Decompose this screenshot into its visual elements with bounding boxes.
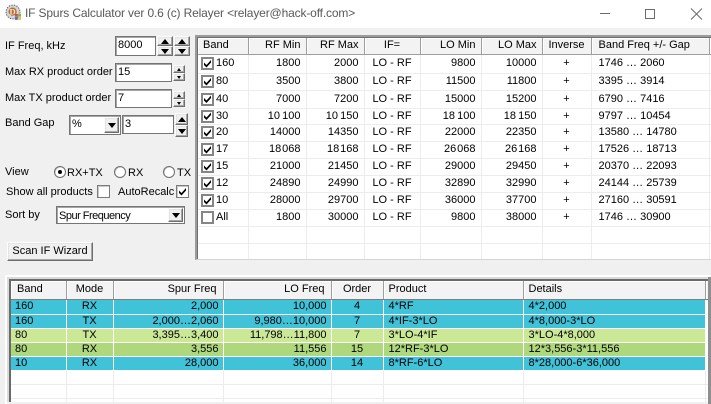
svg-text:D: D [10, 7, 16, 17]
